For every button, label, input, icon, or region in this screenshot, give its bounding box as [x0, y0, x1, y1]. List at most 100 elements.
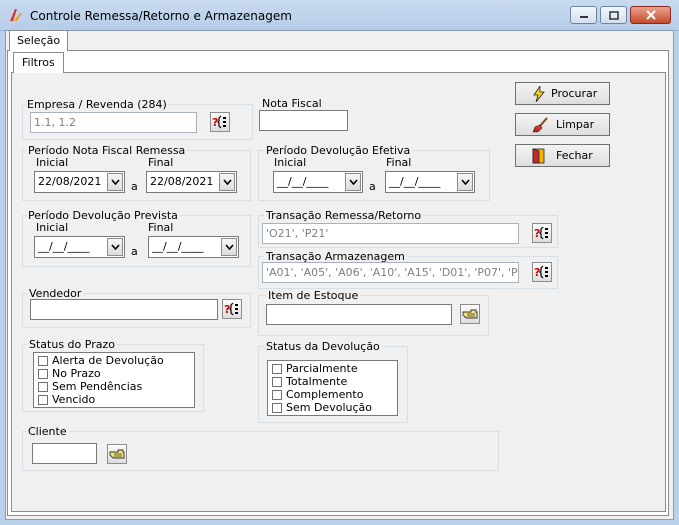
svg-text:?: ? — [212, 116, 218, 129]
checkbox[interactable] — [38, 381, 48, 392]
status-prazo-label: Status do Prazo — [27, 338, 117, 351]
exit-door-icon — [532, 148, 545, 164]
chevron-down-icon — [111, 244, 120, 250]
checkbox[interactable] — [272, 389, 282, 400]
periodo-devolucao-prevista-inicial-label: Inicial — [36, 221, 69, 234]
dropdown-button[interactable] — [219, 173, 235, 191]
periodo-nf-remessa-final-label: Final — [148, 156, 174, 169]
status-prazo-option[interactable]: Sem Pendências — [38, 380, 142, 393]
nota-fiscal-field[interactable] — [259, 110, 348, 131]
checkbox[interactable] — [272, 363, 282, 374]
date-value: 22/08/2021 — [38, 175, 102, 188]
periodo-devolucao-prevista-separator: a — [131, 245, 138, 258]
fechar-button[interactable]: Fechar — [515, 144, 610, 167]
periodo-devolucao-efetiva-final-label: Final — [386, 156, 412, 169]
status-prazo-option[interactable]: Vencido — [38, 393, 95, 406]
close-window-button[interactable] — [630, 6, 671, 24]
date-value: __/__/____ — [38, 240, 90, 253]
multi-select-icon: ? — [534, 226, 548, 240]
dropdown-button[interactable] — [107, 173, 123, 191]
status-prazo-option[interactable]: No Prazo — [38, 367, 101, 380]
multi-select-icon: ? — [534, 265, 548, 279]
nota-fiscal-label: Nota Fiscal — [262, 97, 322, 110]
transacao-remessa-multi-select-button[interactable]: ? — [532, 223, 552, 243]
transacao-remessa-field[interactable]: 'O21', 'P21' — [262, 223, 519, 244]
date-value: __/__/____ — [152, 240, 204, 253]
option-label: Sem Devolução — [286, 401, 372, 414]
title-bar: Controle Remessa/Retorno e Armazenagem — [0, 0, 679, 31]
periodo-devolucao-efetiva-final-date[interactable]: __/__/____ — [385, 171, 475, 193]
dropdown-button[interactable] — [345, 173, 361, 191]
cliente-lookup-button[interactable] — [107, 444, 127, 464]
date-value: __/__/____ — [277, 175, 329, 188]
transacao-armazenagem-field[interactable]: 'A01', 'A05', 'A06', 'A10', 'A15', 'D01'… — [262, 262, 519, 283]
tab-filtros[interactable]: Filtros — [13, 52, 64, 73]
vendedor-field[interactable] — [30, 299, 218, 320]
status-devolucao-option[interactable]: Parcialmente — [272, 362, 358, 375]
transacao-armazenagem-multi-select-button[interactable]: ? — [532, 262, 552, 282]
hand-point-icon — [462, 309, 478, 319]
transacao-remessa-label: Transação Remessa/Retorno — [264, 209, 424, 222]
periodo-nf-remessa-inicial-date[interactable]: 22/08/2021 — [34, 171, 125, 193]
item-estoque-lookup-button[interactable] — [460, 304, 480, 324]
close-icon — [645, 10, 656, 20]
checkbox[interactable] — [38, 394, 48, 405]
status-prazo-checklist: Alerta de Devolução No Prazo Sem Pendênc… — [33, 352, 195, 408]
maximize-icon — [608, 10, 619, 20]
status-prazo-option[interactable]: Alerta de Devolução — [38, 354, 164, 367]
minimize-icon — [579, 16, 588, 18]
status-devolucao-option[interactable]: Complemento — [272, 388, 363, 401]
periodo-nf-remessa-separator: a — [131, 180, 138, 193]
multi-select-icon: ? — [212, 115, 226, 129]
chevron-down-icon — [223, 179, 232, 185]
status-devolucao-checklist: Parcialmente Totalmente Complemento Sem … — [267, 360, 398, 416]
empresa-label: Empresa / Revenda (284) — [25, 98, 169, 111]
vendedor-multi-select-button[interactable]: ? — [222, 299, 242, 319]
periodo-devolucao-prevista-inicial-date[interactable]: __/__/____ — [34, 236, 125, 258]
limpar-label: Limpar — [556, 118, 595, 131]
status-devolucao-option[interactable]: Totalmente — [272, 375, 347, 388]
dropdown-button[interactable] — [221, 238, 237, 256]
option-label: Sem Pendências — [52, 380, 143, 393]
svg-text:?: ? — [534, 227, 540, 240]
checkbox[interactable] — [272, 402, 282, 413]
option-label: Alerta de Devolução — [52, 354, 164, 367]
periodo-nf-remessa-final-date[interactable]: 22/08/2021 — [146, 171, 237, 193]
cliente-field[interactable] — [32, 443, 97, 464]
periodo-devolucao-efetiva-separator: a — [369, 180, 376, 193]
chevron-down-icon — [461, 179, 470, 185]
procurar-label: Procurar — [551, 87, 598, 100]
checkbox[interactable] — [38, 368, 48, 379]
fechar-label: Fechar — [556, 149, 593, 162]
chevron-down-icon — [111, 179, 120, 185]
option-label: Parcialmente — [286, 362, 358, 375]
item-estoque-label: Item de Estoque — [266, 289, 361, 302]
option-label: Totalmente — [286, 375, 348, 388]
empresa-field[interactable]: 1.1, 1.2 — [30, 112, 197, 133]
checkbox[interactable] — [272, 376, 282, 387]
cliente-label: Cliente — [26, 425, 69, 438]
option-label: Vencido — [52, 393, 96, 406]
svg-text:?: ? — [224, 303, 230, 316]
procurar-button[interactable]: Procurar — [515, 82, 610, 105]
periodo-devolucao-efetiva-inicial-label: Inicial — [274, 156, 307, 169]
date-value: __/__/____ — [389, 175, 441, 188]
periodo-devolucao-prevista-final-label: Final — [148, 221, 174, 234]
status-devolucao-option[interactable]: Sem Devolução — [272, 401, 372, 414]
tab-selecao[interactable]: Seleção — [9, 30, 69, 51]
dropdown-button[interactable] — [457, 173, 473, 191]
item-estoque-field[interactable] — [266, 304, 452, 325]
dropdown-button[interactable] — [107, 238, 123, 256]
periodo-devolucao-efetiva-inicial-date[interactable]: __/__/____ — [273, 171, 363, 193]
empresa-multi-select-button[interactable]: ? — [210, 112, 230, 132]
periodo-devolucao-prevista-final-date[interactable]: __/__/____ — [148, 236, 239, 258]
status-devolucao-label: Status da Devolução — [264, 340, 382, 353]
maximize-button[interactable] — [600, 6, 627, 24]
lightning-search-icon — [533, 86, 545, 102]
minimize-button[interactable] — [570, 6, 597, 24]
limpar-button[interactable]: Limpar — [515, 113, 610, 136]
option-label: Complemento — [286, 388, 364, 401]
window-title: Controle Remessa/Retorno e Armazenagem — [30, 9, 292, 23]
checkbox[interactable] — [38, 355, 48, 366]
date-value: 22/08/2021 — [150, 175, 214, 188]
